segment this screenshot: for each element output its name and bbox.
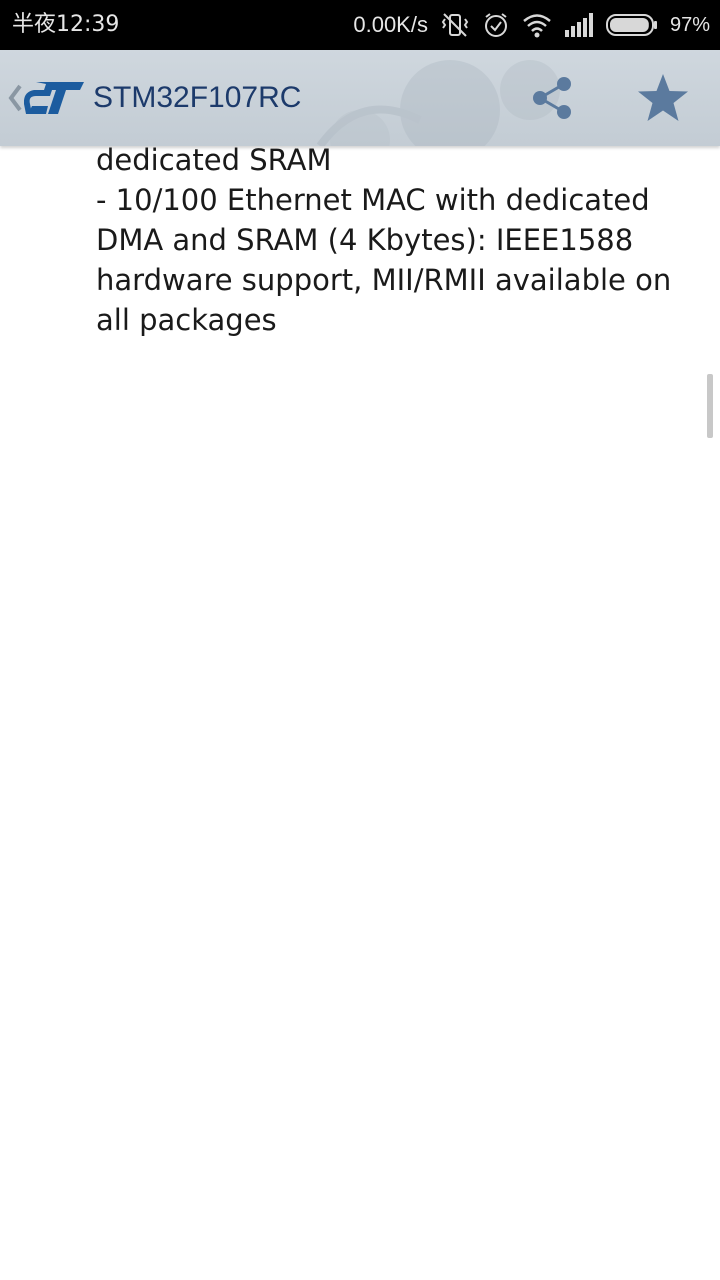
signal-icon — [564, 12, 594, 38]
text-line: all packages — [96, 303, 277, 337]
status-time: 半夜12:39 — [12, 12, 120, 37]
battery-icon — [605, 13, 658, 37]
scrollbar-thumb[interactable] — [707, 374, 713, 438]
status-bar: 半夜12:39 0.00K/s 97% — [0, 0, 720, 50]
network-speed: 0.00K/s — [353, 12, 428, 37]
back-icon[interactable] — [6, 80, 24, 116]
vibrate-off-icon — [440, 10, 470, 40]
text-line: DMA and SRAM (4 Kbytes): IEEE1588 — [96, 223, 634, 257]
share-icon[interactable] — [528, 74, 576, 122]
star-icon[interactable] — [636, 72, 690, 124]
text-line: - 10/100 Ethernet MAC with dedicated — [96, 183, 650, 217]
alarm-icon — [482, 11, 510, 39]
wifi-icon — [522, 11, 552, 39]
app-bar: STM32F107RC — [0, 50, 720, 146]
text-line: hardware support, MII/RMII available on — [96, 263, 672, 297]
st-logo[interactable] — [24, 78, 86, 118]
battery-percent: 97% — [669, 13, 710, 36]
page-title: STM32F107RC — [93, 81, 302, 114]
status-icons: 0.00K/s 97% — [353, 0, 710, 50]
text-line: dedicated SRAM — [96, 143, 332, 177]
description-text: dedicated SRAM - 10/100 Ethernet MAC wit… — [96, 140, 696, 340]
